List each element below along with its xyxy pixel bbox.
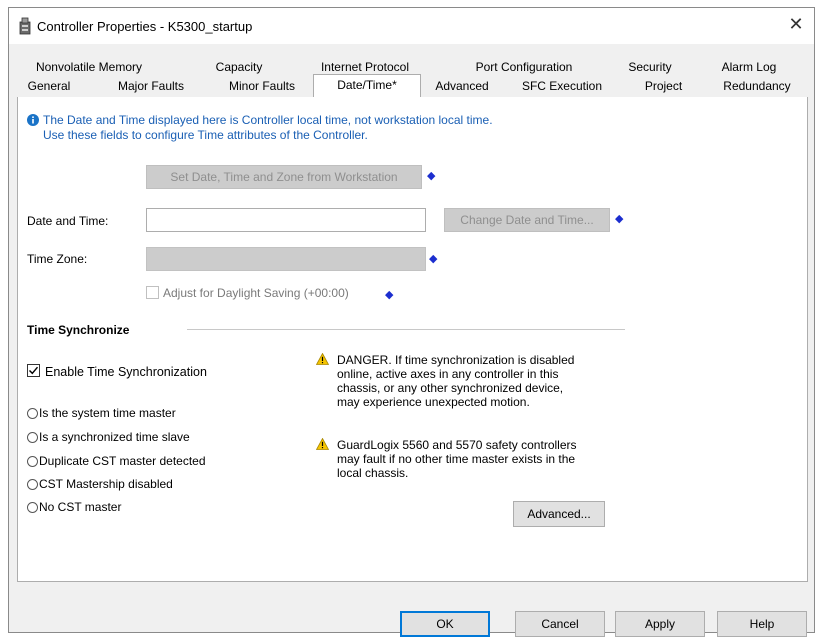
arrow-left-icon: ◆ [615,213,624,225]
tab-security[interactable]: Security [615,60,685,74]
advanced-button[interactable]: Advanced... [513,501,605,527]
radio-label: Is the system time master [39,406,176,420]
radio-synchronized-slave[interactable] [27,432,38,443]
tab-minor-faults[interactable]: Minor Faults [217,79,307,93]
radio-label: Is a synchronized time slave [39,430,190,444]
radio-label: CST Mastership disabled [39,477,173,491]
warning-line: chassis, or any other synchronized devic… [337,381,564,395]
warning-line: may experience unexpected motion. [337,395,530,409]
info-text-line2: Use these fields to configure Time attri… [43,128,368,142]
tab-capacity[interactable]: Capacity [199,60,279,74]
warning-icon [316,353,329,365]
apply-button[interactable]: Apply [615,611,705,637]
tab-date-time[interactable]: Date/Time* [313,78,421,92]
radio-duplicate-cst[interactable] [27,456,38,467]
arrow-left-icon: ◆ [427,170,436,182]
date-time-label: Date and Time: [27,214,109,228]
warning-line: GuardLogix 5560 and 5570 safety controll… [337,438,577,452]
tab-internet-protocol[interactable]: Internet Protocol [305,60,425,74]
set-from-workstation-button[interactable]: Set Date, Time and Zone from Workstation [146,165,422,189]
daylight-saving-label: Adjust for Daylight Saving (+00:00) [163,286,349,300]
radio-cst-mastership-disabled[interactable] [27,479,38,490]
help-button[interactable]: Help [717,611,807,637]
radio-label: Duplicate CST master detected [39,454,206,468]
date-time-field[interactable] [146,208,426,232]
time-zone-label: Time Zone: [27,252,88,266]
warning-line: DANGER. If time synchronization is disab… [337,353,575,367]
info-icon [27,114,39,126]
tab-general[interactable]: General [19,79,79,93]
window-title: Controller Properties - K5300_startup [37,19,253,34]
time-sync-divider [187,329,625,330]
time-sync-heading: Time Synchronize [27,323,130,337]
tab-alarm-log[interactable]: Alarm Log [709,60,789,74]
close-icon[interactable]: ✕ [786,14,806,34]
tab-advanced[interactable]: Advanced [422,79,502,93]
dialog-window: Controller Properties - K5300_startup ✕ … [8,7,815,637]
tab-redundancy[interactable]: Redundancy [707,79,807,93]
arrow-left-icon: ◆ [385,289,394,301]
tab-nonvolatile-memory[interactable]: Nonvolatile Memory [24,60,154,74]
time-zone-field[interactable] [146,247,426,271]
radio-label: No CST master [39,500,122,514]
info-text-line1: The Date and Time displayed here is Cont… [43,113,493,127]
tab-major-faults[interactable]: Major Faults [106,79,196,93]
tab-port-configuration[interactable]: Port Configuration [459,60,589,74]
arrow-left-icon: ◆ [429,253,438,265]
enable-time-sync-checkbox[interactable] [27,364,40,377]
warning-icon [316,438,329,450]
guardlogix-warning-text: GuardLogix 5560 and 5570 safety controll… [337,438,577,480]
warning-line: may fault if no other time master exists… [337,452,576,466]
warning-line: online, active axes in any controller in… [337,367,559,381]
cancel-button[interactable]: Cancel [515,611,605,637]
change-date-time-button[interactable]: Change Date and Time... [444,208,610,232]
danger-warning-text: DANGER. If time synchronization is disab… [337,353,574,409]
ok-button[interactable]: OK [400,611,490,637]
title-bar: Controller Properties - K5300_startup ✕ [9,8,814,44]
controller-icon [19,17,31,35]
warning-line: local chassis. [337,466,409,480]
enable-time-sync-label: Enable Time Synchronization [45,365,207,379]
tab-sfc-execution[interactable]: SFC Execution [507,79,617,93]
radio-system-time-master[interactable] [27,408,38,419]
radio-no-cst-master[interactable] [27,502,38,513]
tab-project[interactable]: Project [631,79,696,93]
checkmark-icon [29,366,39,375]
daylight-saving-checkbox[interactable] [146,286,159,299]
